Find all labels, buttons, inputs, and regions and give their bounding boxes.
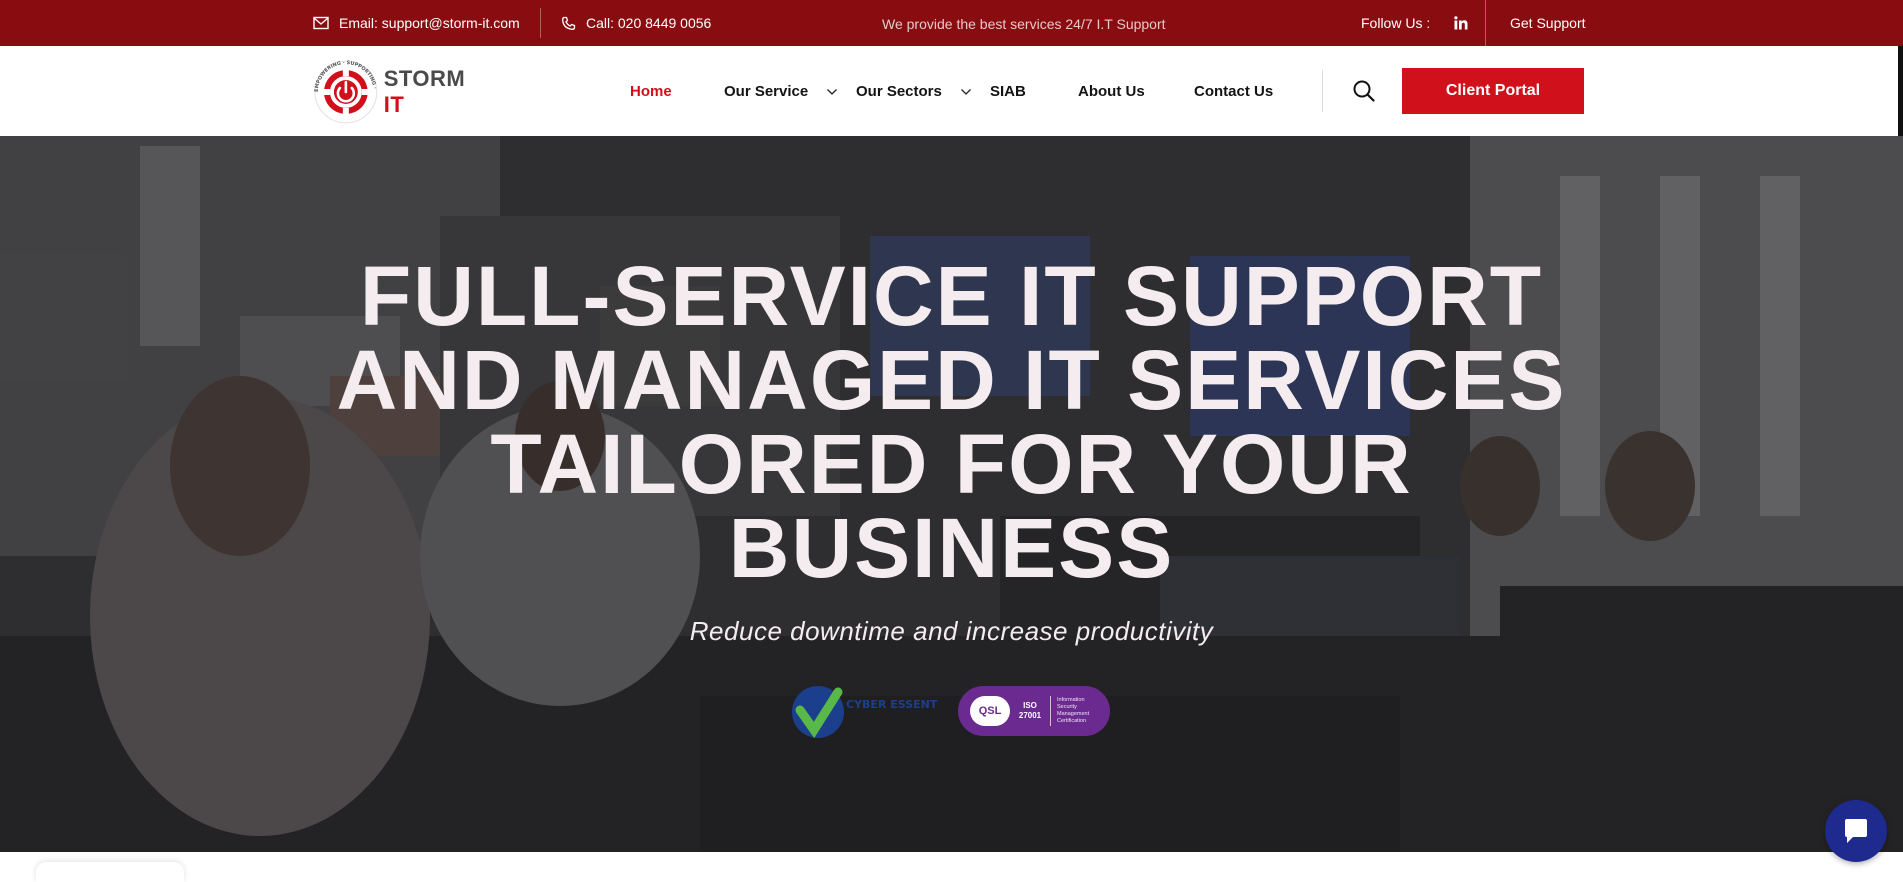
phone-icon bbox=[561, 16, 576, 31]
nav-label: About Us bbox=[1078, 82, 1145, 100]
nav-item-home[interactable]: Home bbox=[630, 46, 672, 136]
email-text[interactable]: Email: support@storm-it.com bbox=[339, 15, 520, 31]
headline-line: TAILORED FOR YOUR bbox=[490, 417, 1413, 511]
logo-brand-main: STORM bbox=[383, 66, 466, 91]
iso-caption: Information Security Management Certific… bbox=[1057, 697, 1090, 724]
divider bbox=[1322, 70, 1323, 112]
logo-wordmark: STORM IT bbox=[384, 66, 492, 118]
cyber-essentials-badge: CYBER ESSENTIALS bbox=[792, 686, 938, 739]
follow-label: Follow Us : bbox=[1361, 15, 1431, 31]
nav-label: Contact Us bbox=[1194, 82, 1274, 100]
logo-brand-accent: IT bbox=[383, 92, 405, 117]
get-support-link[interactable]: Get Support bbox=[1510, 0, 1586, 46]
tagline: We provide the best services 24/7 I.T Su… bbox=[882, 16, 1166, 32]
nav-item-siab[interactable]: SIAB bbox=[990, 46, 1026, 136]
phone-text[interactable]: Call: 020 8449 0056 bbox=[586, 15, 711, 31]
nav-label: SIAB bbox=[990, 82, 1026, 100]
hero-section: FULL-SERVICE IT SUPPORT AND MANAGED IT S… bbox=[0, 136, 1903, 852]
divider bbox=[1050, 696, 1051, 726]
cookie-widget[interactable] bbox=[36, 862, 184, 882]
email-contact[interactable]: Email: support@storm-it.com bbox=[313, 0, 520, 46]
iso-label: ISO 27001 bbox=[1018, 701, 1042, 720]
cyber-essentials-text: CYBER ESSENTIALS bbox=[846, 698, 938, 711]
hero-headline: FULL-SERVICE IT SUPPORT AND MANAGED IT S… bbox=[300, 254, 1603, 590]
nav-item-our-service[interactable]: Our Service bbox=[724, 46, 838, 136]
nav-item-about-us[interactable]: About Us bbox=[1078, 46, 1145, 136]
client-portal-button[interactable]: Client Portal bbox=[1402, 68, 1584, 114]
nav-item-our-sectors[interactable]: Our Sectors bbox=[856, 46, 972, 136]
nav-label: Our Service bbox=[724, 82, 809, 100]
nav-label: Our Sectors bbox=[856, 82, 942, 100]
linkedin-icon[interactable] bbox=[1454, 16, 1468, 30]
follow-us: Follow Us : bbox=[1361, 0, 1468, 46]
site-header: EMPOWERING · SUPPORTING · PROTECTING STO… bbox=[0, 46, 1903, 137]
logo[interactable]: EMPOWERING · SUPPORTING · PROTECTING STO… bbox=[312, 58, 492, 126]
search-button[interactable] bbox=[1352, 79, 1376, 103]
top-bar: Email: support@storm-it.com Call: 020 84… bbox=[0, 0, 1903, 46]
nav-label: Home bbox=[630, 82, 672, 100]
iso-27001-badge: QSL ISO 27001 Information Security Manag… bbox=[958, 686, 1110, 736]
envelope-icon bbox=[313, 16, 329, 30]
scrollbar[interactable] bbox=[1898, 46, 1903, 136]
headline-line: AND MANAGED IT SERVICES bbox=[336, 333, 1567, 427]
divider bbox=[540, 8, 541, 38]
hero-subline: Reduce downtime and increase productivit… bbox=[689, 616, 1214, 646]
headline-line: FULL-SERVICE IT SUPPORT bbox=[359, 249, 1544, 343]
qsl-logo: QSL bbox=[970, 696, 1010, 726]
chat-button[interactable] bbox=[1825, 800, 1887, 862]
nav-item-contact-us[interactable]: Contact Us bbox=[1194, 46, 1273, 136]
search-icon bbox=[1353, 80, 1375, 102]
chevron-down-icon bbox=[960, 83, 972, 100]
logo-emblem-icon: EMPOWERING · SUPPORTING · PROTECTING bbox=[312, 58, 378, 124]
headline-line: BUSINESS bbox=[728, 501, 1175, 595]
divider bbox=[1485, 0, 1486, 46]
phone-contact[interactable]: Call: 020 8449 0056 bbox=[561, 0, 711, 46]
chat-bubble-icon bbox=[1845, 819, 1867, 843]
chevron-down-icon bbox=[826, 83, 838, 100]
